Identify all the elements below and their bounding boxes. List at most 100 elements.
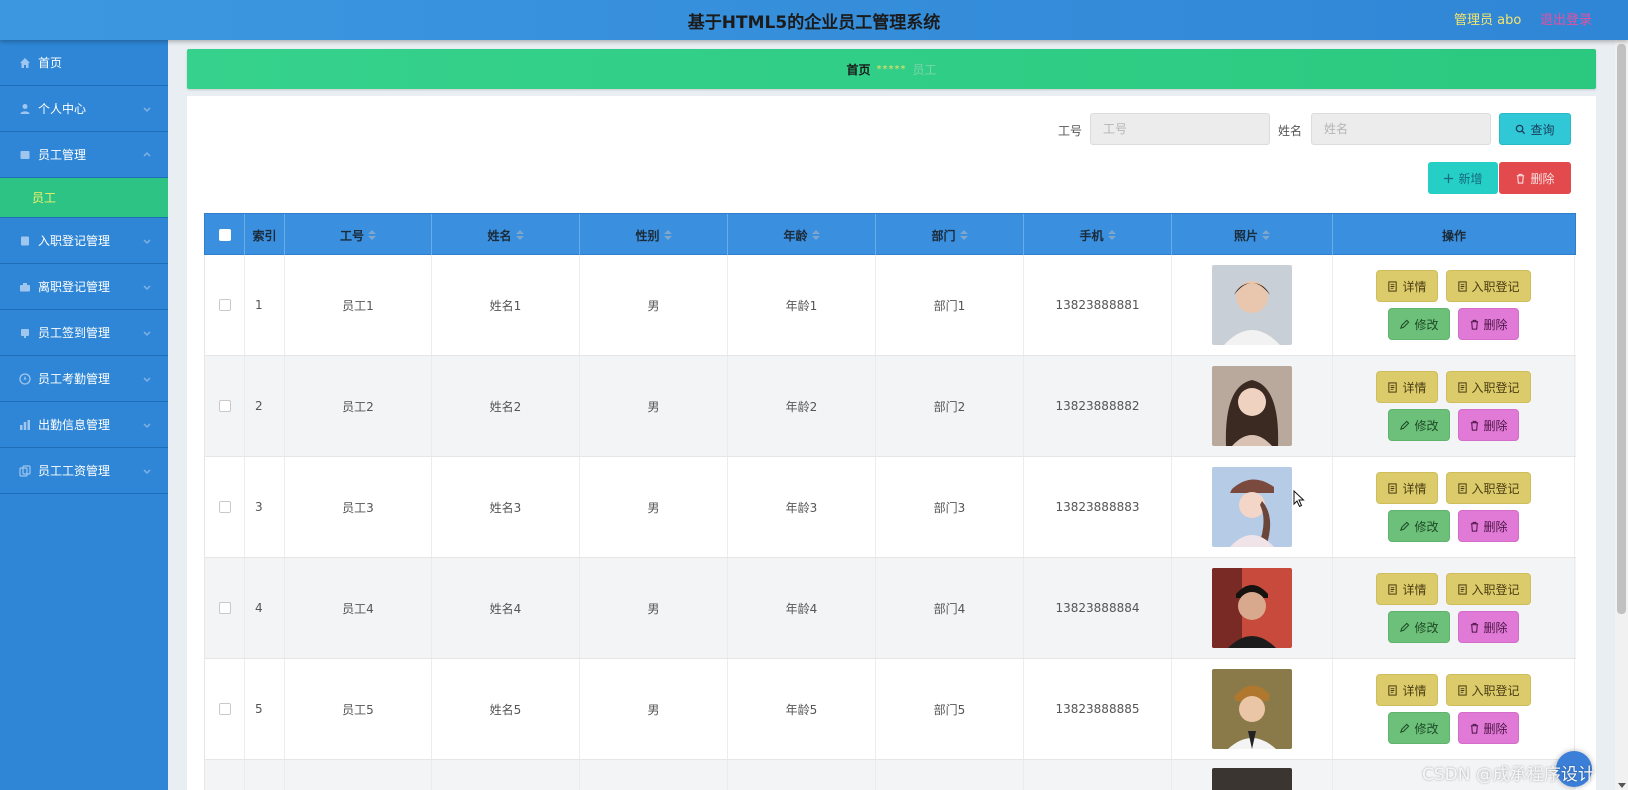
detail-button[interactable]: 详情 <box>1376 573 1438 605</box>
cell-photo <box>1172 760 1333 790</box>
sidebar-item-label: 员工考勤管理 <box>38 372 111 386</box>
cell-name <box>432 760 580 790</box>
add-button-label: 新增 <box>1458 171 1483 186</box>
sidebar-item-label: 离职登记管理 <box>38 280 111 294</box>
chevron-down-icon <box>142 103 152 113</box>
cell-name: 姓名2 <box>432 356 580 456</box>
select-all-checkbox[interactable] <box>218 229 231 241</box>
name-input[interactable] <box>1311 113 1491 145</box>
delete-button[interactable]: 删除 <box>1457 409 1519 441</box>
table-row: 5 员工5 姓名5 男 年龄5 部门5 13823888885 详情 入职登记 … <box>204 659 1576 760</box>
row-checkbox[interactable] <box>218 299 231 311</box>
employee-photo[interactable] <box>1212 669 1292 749</box>
employee-photo[interactable] <box>1212 568 1292 648</box>
employee-id-input[interactable] <box>1090 113 1270 145</box>
briefcase-icon <box>18 280 32 294</box>
edit-button[interactable]: 修改 <box>1388 409 1450 441</box>
trash-icon <box>1470 319 1478 330</box>
edit-button[interactable]: 修改 <box>1388 308 1450 340</box>
onboard-register-button[interactable]: 入职登记 <box>1445 371 1531 403</box>
sort-icon[interactable] <box>515 230 524 240</box>
onboard-register-button[interactable]: 入职登记 <box>1445 573 1531 605</box>
onboard-register-button[interactable]: 入职登记 <box>1445 270 1531 302</box>
employee-photo[interactable] <box>1212 768 1292 790</box>
detail-button[interactable]: 详情 <box>1376 472 1438 504</box>
sidebar-item-attendance-info[interactable]: 出勤信息管理 <box>0 402 168 448</box>
col-employee-id[interactable]: 工号 <box>285 214 432 256</box>
document-icon <box>1388 381 1398 393</box>
query-button[interactable]: 查询 <box>1499 113 1571 145</box>
cell-gender: 男 <box>580 356 728 456</box>
col-department[interactable]: 部门 <box>876 214 1024 256</box>
cell-employee-id: 员工2 <box>285 356 432 456</box>
sidebar-item-attendance[interactable]: 员工考勤管理 <box>0 356 168 402</box>
sidebar-item-resignation[interactable]: 离职登记管理 <box>0 264 168 310</box>
search-icon <box>1516 124 1526 134</box>
sidebar-item-salary[interactable]: 员工工资管理 <box>0 448 168 494</box>
cell-age: 年龄3 <box>728 457 876 557</box>
trash-icon <box>1517 173 1525 184</box>
edit-button[interactable]: 修改 <box>1388 611 1450 643</box>
sidebar-item-staff[interactable]: 员工管理 <box>0 132 168 178</box>
col-index: 索引 <box>245 214 285 256</box>
cell-age: 年龄2 <box>728 356 876 456</box>
cell-department: 部门5 <box>876 659 1024 759</box>
vertical-scrollbar[interactable] <box>1615 40 1628 790</box>
col-name[interactable]: 姓名 <box>432 214 580 256</box>
employee-photo[interactable] <box>1212 265 1292 345</box>
row-checkbox[interactable] <box>218 400 231 412</box>
onboard-register-button[interactable]: 入职登记 <box>1445 472 1531 504</box>
col-phone[interactable]: 手机 <box>1024 214 1172 256</box>
row-checkbox[interactable] <box>218 703 231 715</box>
employee-photo[interactable] <box>1212 366 1292 446</box>
detail-button[interactable]: 详情 <box>1376 371 1438 403</box>
sort-icon[interactable] <box>368 230 376 240</box>
sort-icon[interactable] <box>811 230 820 240</box>
clipboard-icon <box>18 326 32 340</box>
trash-icon <box>1470 420 1478 431</box>
cell-employee-id: 员工1 <box>285 255 432 355</box>
delete-button[interactable]: 删除 <box>1457 308 1519 340</box>
sort-icon[interactable] <box>1262 230 1270 240</box>
cell-gender: 男 <box>580 558 728 658</box>
delete-button[interactable]: 删除 <box>1457 611 1519 643</box>
delete-button[interactable]: 删除 <box>1457 712 1519 744</box>
col-age[interactable]: 年龄 <box>728 214 876 256</box>
add-button[interactable]: 新增 <box>1428 162 1498 194</box>
sidebar-subitem-staff[interactable]: 员工 <box>0 178 168 218</box>
delete-button[interactable]: 删除 <box>1457 510 1519 542</box>
sort-icon[interactable] <box>663 230 672 240</box>
sidebar: 首页 个人中心 员工管理 员工 入职登记管理 离职登记管理 员工签到管理 员工考… <box>0 40 168 790</box>
table-row: 3 员工3 姓名3 男 年龄3 部门3 13823888883 详情 入职登记 … <box>204 457 1576 558</box>
cell-employee-id: 员工5 <box>285 659 432 759</box>
chevron-up-icon <box>142 149 152 159</box>
detail-button[interactable]: 详情 <box>1376 674 1438 706</box>
scrollbar-thumb[interactable] <box>1617 44 1626 614</box>
document-icon <box>1457 280 1467 292</box>
employee-photo[interactable] <box>1212 467 1292 547</box>
cell-age <box>728 760 876 790</box>
batch-delete-button[interactable]: 删除 <box>1499 162 1571 194</box>
sort-icon[interactable] <box>959 230 968 240</box>
row-checkbox[interactable] <box>218 501 231 513</box>
cell-employee-id: 员工4 <box>285 558 432 658</box>
cell-gender: 男 <box>580 255 728 355</box>
edit-button[interactable]: 修改 <box>1388 712 1450 744</box>
row-checkbox[interactable] <box>218 602 231 614</box>
sidebar-item-signin[interactable]: 员工签到管理 <box>0 310 168 356</box>
logout-link[interactable]: 退出登录 <box>1540 9 1592 28</box>
detail-button[interactable]: 详情 <box>1376 270 1438 302</box>
col-photo[interactable]: 照片 <box>1172 214 1333 256</box>
sidebar-item-home[interactable]: 首页 <box>0 40 168 86</box>
scroll-down-arrow[interactable] <box>1618 783 1626 788</box>
onboard-register-button[interactable]: 入职登记 <box>1445 674 1531 706</box>
cell-index: 4 <box>245 558 285 658</box>
cell-actions: 详情 入职登记 修改 删除 <box>1333 255 1575 355</box>
col-gender[interactable]: 性别 <box>580 214 728 256</box>
edit-button[interactable]: 修改 <box>1388 510 1450 542</box>
sidebar-item-onboarding[interactable]: 入职登记管理 <box>0 218 168 264</box>
document-icon <box>1388 583 1398 595</box>
breadcrumb-home[interactable]: 首页 <box>846 61 870 78</box>
sort-icon[interactable] <box>1107 230 1116 240</box>
sidebar-item-profile[interactable]: 个人中心 <box>0 86 168 132</box>
